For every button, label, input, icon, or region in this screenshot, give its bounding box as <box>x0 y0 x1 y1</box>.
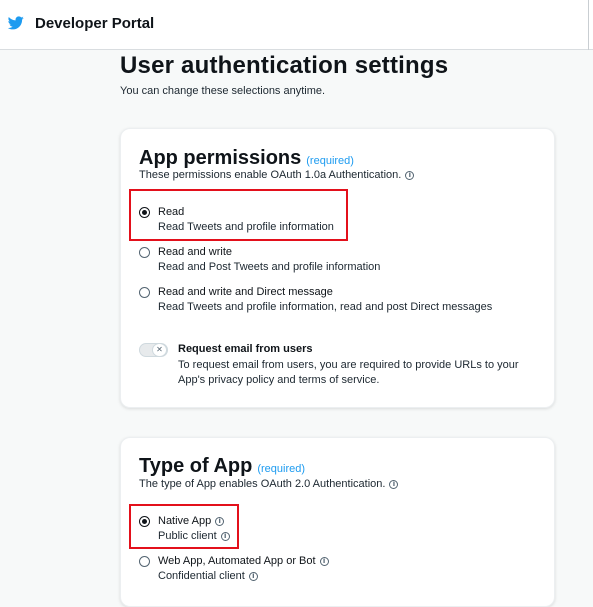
app-permissions-card: App permissions (required) These permiss… <box>120 128 555 408</box>
section-title: App permissions <box>139 147 302 169</box>
info-icon[interactable]: i <box>215 516 225 526</box>
info-icon[interactable]: i <box>389 479 399 489</box>
section-description-text: These permissions enable OAuth 1.0a Auth… <box>139 169 402 181</box>
page-title: User authentication settings <box>120 52 449 79</box>
section-description: These permissions enable OAuth 1.0a Auth… <box>139 169 415 181</box>
section-header: Type of App (required) <box>139 455 305 478</box>
type-of-app-card: Type of App (required) The type of App e… <box>120 437 555 607</box>
info-icon[interactable]: i <box>220 531 230 541</box>
close-icon: ✕ <box>152 343 167 357</box>
radio-button[interactable] <box>139 247 150 258</box>
option-description-text: Public client <box>158 530 217 542</box>
option-label: Web App, Automated App or Bot i <box>158 555 329 567</box>
section-description: The type of App enables OAuth 2.0 Authen… <box>139 478 399 490</box>
page-subtitle: You can change these selections anytime. <box>120 85 326 97</box>
brand-title[interactable]: Developer Portal <box>35 15 154 32</box>
divider <box>588 0 589 50</box>
option-description: Confidential client i <box>158 570 258 582</box>
radio-button-selected[interactable] <box>139 207 150 218</box>
bird-icon[interactable] <box>8 16 24 30</box>
radio-button[interactable] <box>139 556 150 567</box>
option-label: Read <box>158 206 185 218</box>
required-label: (required) <box>306 155 354 167</box>
info-icon[interactable]: i <box>319 556 329 566</box>
section-description-text: The type of App enables OAuth 2.0 Authen… <box>139 478 386 490</box>
request-email-toggle[interactable]: ✕ <box>139 343 168 357</box>
option-label: Read and write and Direct message <box>158 286 333 298</box>
section-header: App permissions (required) <box>139 147 354 170</box>
option-description: Public client i <box>158 530 230 542</box>
option-description: Read Tweets and profile information, rea… <box>158 301 493 313</box>
request-email-label: Request email from users <box>178 343 313 355</box>
option-label: Read and write <box>158 246 232 258</box>
top-bar: Developer Portal <box>0 0 593 50</box>
option-label: Native App i <box>158 515 225 527</box>
option-description-text: Confidential client <box>158 570 245 582</box>
request-email-description: To request email from users, you are req… <box>178 359 519 386</box>
radio-button-selected[interactable] <box>139 516 150 527</box>
info-icon[interactable]: i <box>248 571 258 581</box>
required-label: (required) <box>257 463 306 475</box>
info-icon[interactable]: i <box>405 170 415 180</box>
section-title: Type of App <box>139 455 253 477</box>
option-description: Read and Post Tweets and profile informa… <box>158 261 381 273</box>
option-description: Read Tweets and profile information <box>158 221 334 233</box>
option-label-text: Web App, Automated App or Bot <box>158 555 316 567</box>
option-label-text: Native App <box>158 515 212 527</box>
radio-button[interactable] <box>139 287 150 298</box>
